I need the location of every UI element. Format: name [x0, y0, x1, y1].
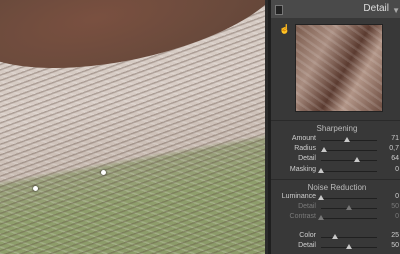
slider-track[interactable] [321, 198, 377, 199]
slider-row-contrast[interactable]: Contrast 0 [271, 213, 400, 224]
slider-label: Amount [291, 135, 316, 142]
slider-track[interactable] [321, 160, 377, 161]
slider-thumb[interactable] [346, 244, 352, 249]
slider-track[interactable] [321, 171, 377, 172]
slider-label: Contrast [289, 213, 316, 220]
slider-value[interactable]: 50 [383, 203, 399, 210]
slider-row-masking[interactable]: Masking 0 [271, 166, 400, 177]
slider-value[interactable]: 0 [383, 213, 399, 220]
divider [271, 179, 400, 180]
slider-label: Color [299, 232, 316, 239]
slider-thumb[interactable] [318, 195, 324, 200]
slider-thumb[interactable] [318, 168, 324, 173]
slider-thumb[interactable] [332, 234, 338, 239]
targeted-adjustment-icon[interactable]: ☝ [279, 24, 290, 35]
slider-value[interactable]: 50 [383, 242, 399, 249]
divider [271, 120, 400, 121]
slider-value[interactable]: 0,7 [383, 145, 399, 152]
slider-row-detail[interactable]: Detail 50 [271, 242, 400, 253]
slider-value[interactable]: 64 [383, 155, 399, 162]
photo-canvas[interactable] [0, 0, 265, 254]
panel-switch-icon[interactable] [275, 5, 283, 15]
slider-label: Detail [298, 242, 316, 249]
sharpening-heading: Sharpening [316, 124, 358, 133]
slider-thumb[interactable] [346, 205, 352, 210]
collapse-triangle-icon[interactable]: ▼ [392, 6, 400, 15]
slider-thumb[interactable] [353, 157, 360, 162]
panel-title: Detail [363, 3, 389, 14]
panel-header[interactable]: Detail ▼ [271, 0, 400, 18]
slider-value[interactable]: 71 [383, 135, 399, 142]
slider-track[interactable] [321, 237, 377, 238]
slider-thumb[interactable] [320, 147, 327, 152]
detail-preview[interactable] [295, 24, 383, 112]
slider-row-detail[interactable]: Detail 64 [271, 155, 400, 166]
slider-label: Radius [294, 145, 316, 152]
slider-label: Detail [298, 203, 316, 210]
slider-thumb[interactable] [344, 137, 351, 142]
slider-value[interactable]: 0 [383, 193, 399, 200]
slider-thumb[interactable] [318, 215, 324, 220]
slider-value[interactable]: 25 [383, 232, 399, 239]
slider-track[interactable] [321, 218, 377, 219]
slider-label: Masking [289, 166, 316, 173]
detail-panel: Detail ▼ ☝ Sharpening Noise Reduction Am… [268, 0, 400, 254]
slider-label: Detail [298, 155, 316, 162]
slider-value[interactable]: 0 [383, 166, 399, 173]
adjustment-pin[interactable] [101, 170, 106, 175]
slider-label: Luminance [281, 193, 316, 200]
noise-reduction-heading: Noise Reduction [307, 183, 367, 192]
adjustment-pin[interactable] [33, 186, 38, 191]
slider-track[interactable] [321, 150, 377, 151]
dark-rock-region [0, 0, 265, 93]
